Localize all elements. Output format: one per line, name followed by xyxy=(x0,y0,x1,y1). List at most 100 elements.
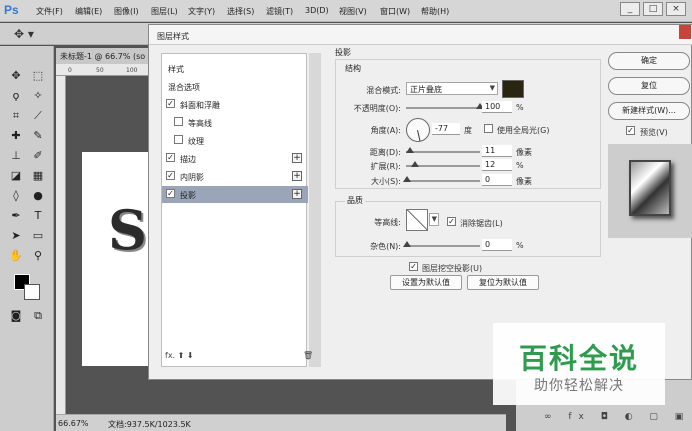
menu-image[interactable]: 图像(I) xyxy=(114,6,139,17)
opacity-label: 不透明度(O): xyxy=(353,104,401,113)
style-checkbox[interactable]: ✓ xyxy=(166,189,175,198)
contour-picker[interactable] xyxy=(406,209,428,231)
anti-alias-checkbox[interactable]: ✓ xyxy=(447,217,456,226)
menu-window[interactable]: 窗口(W) xyxy=(380,6,410,17)
marquee-tool-icon[interactable]: ⬚ xyxy=(30,68,46,84)
menu-help[interactable]: 帮助(H) xyxy=(421,6,449,17)
fx-icon[interactable]: fx. ⬆ ⬇ xyxy=(165,351,194,360)
style-checkbox[interactable] xyxy=(174,117,183,126)
zoom-tool-icon[interactable]: ⚲ xyxy=(30,248,46,264)
style-checkbox[interactable]: ✓ xyxy=(166,99,175,108)
history-brush-icon[interactable]: ✐ xyxy=(30,148,46,164)
pen-tool-icon[interactable]: ✒ xyxy=(8,208,24,224)
close-window-button[interactable]: × xyxy=(666,2,686,16)
style-list-item[interactable]: 等高线 xyxy=(162,114,308,131)
trash-icon[interactable]: 🗑 xyxy=(303,351,313,360)
dodge-tool-icon[interactable]: ● xyxy=(30,188,46,204)
chevron-down-icon: ▼ xyxy=(431,215,437,223)
angle-field[interactable]: -77 xyxy=(432,123,460,135)
reset-default-button[interactable]: 复位为默认值 xyxy=(467,275,539,290)
style-list-item[interactable]: ✓ 内阴影 + xyxy=(162,168,308,185)
style-list-item[interactable]: ✓ 斜面和浮雕 xyxy=(162,96,308,113)
blend-mode-select[interactable]: 正片叠底 ▼ xyxy=(406,82,498,95)
layers-footer-icons[interactable]: ∞ fx ◘ ◐ ▢ ▣ ⊞ xyxy=(544,412,692,422)
move-tool-icon[interactable]: ✥ xyxy=(8,68,24,84)
reset-button[interactable]: 复位 xyxy=(608,77,690,95)
eraser-tool-icon[interactable]: ◪ xyxy=(8,168,24,184)
ok-button[interactable]: 确定 xyxy=(608,52,690,70)
menu-3d[interactable]: 3D(D) xyxy=(305,6,329,15)
screen-mode-icon[interactable]: ⧉ xyxy=(30,308,46,324)
minimize-button[interactable]: _ xyxy=(620,2,640,16)
menu-layer[interactable]: 图层(L) xyxy=(151,6,178,17)
type-tool-icon[interactable]: T xyxy=(30,208,46,224)
spread-slider-thumb[interactable] xyxy=(411,161,419,167)
new-style-button[interactable]: 新建样式(W)... xyxy=(608,102,690,120)
noise-slider[interactable] xyxy=(403,241,480,247)
blur-tool-icon[interactable]: ◊ xyxy=(8,188,24,204)
move-tool-icon[interactable]: ✥ ▾ xyxy=(14,27,34,41)
noise-field[interactable]: 0 xyxy=(482,239,512,251)
horizontal-ruler: 0 50 100 xyxy=(56,64,148,76)
spread-field[interactable]: 12 xyxy=(482,159,512,171)
add-effect-icon[interactable]: + xyxy=(292,189,302,199)
gradient-tool-icon[interactable]: ▦ xyxy=(30,168,46,184)
style-checkbox[interactable]: ✓ xyxy=(166,153,175,162)
brush-tool-icon[interactable]: ✎ xyxy=(30,128,46,144)
menu-type[interactable]: 文字(Y) xyxy=(188,6,215,17)
magic-wand-icon[interactable]: ✧ xyxy=(30,88,46,104)
style-checkbox[interactable]: ✓ xyxy=(166,171,175,180)
document-tab[interactable]: 未标题-1 @ 66.7% (so xyxy=(56,48,148,64)
quick-mask-icon[interactable]: ◙ xyxy=(8,308,24,324)
size-field[interactable]: 0 xyxy=(482,174,512,186)
spread-slider[interactable] xyxy=(406,161,480,167)
stamp-tool-icon[interactable]: ⊥ xyxy=(8,148,24,164)
style-list-item[interactable]: ✓ 描边 + xyxy=(162,150,308,167)
size-slider-thumb[interactable] xyxy=(403,176,411,182)
more-tools-icon[interactable] xyxy=(8,258,24,274)
style-list-item[interactable]: 纹理 xyxy=(162,132,308,149)
preview-checkbox[interactable]: ✓ xyxy=(626,126,635,135)
path-select-icon[interactable]: ➤ xyxy=(8,228,24,244)
lasso-tool-icon[interactable]: ϙ xyxy=(8,88,24,104)
style-checkbox[interactable] xyxy=(174,135,183,144)
noise-slider-thumb[interactable] xyxy=(403,241,411,247)
add-effect-icon[interactable]: + xyxy=(292,153,302,163)
menu-file[interactable]: 文件(F) xyxy=(36,6,63,17)
ruler-mark: 100 xyxy=(126,67,138,74)
knockout-checkbox[interactable]: ✓ xyxy=(409,262,418,271)
style-list-label: 等高线 xyxy=(188,119,212,128)
shape-tool-icon[interactable]: ▭ xyxy=(30,228,46,244)
distance-slider[interactable] xyxy=(406,147,480,153)
menu-filter[interactable]: 滤镜(T) xyxy=(266,6,293,17)
eyedropper-tool-icon[interactable]: ⟋ xyxy=(30,108,46,124)
distance-slider-thumb[interactable] xyxy=(406,147,414,153)
opacity-field[interactable]: 100 xyxy=(482,101,512,113)
style-list-item[interactable]: ✓ 投影 + xyxy=(162,186,308,203)
size-slider[interactable] xyxy=(403,176,480,182)
style-list-label: 内阴影 xyxy=(180,173,204,182)
angle-dial[interactable] xyxy=(406,118,430,142)
set-default-button[interactable]: 设置为默认值 xyxy=(390,275,462,290)
style-list-scrollbar[interactable] xyxy=(309,53,321,367)
contour-dropdown[interactable]: ▼ xyxy=(429,213,439,226)
distance-field[interactable]: 11 xyxy=(482,145,512,157)
canvas-text-layer: S xyxy=(108,198,147,262)
dialog-close-button[interactable] xyxy=(679,25,691,39)
menu-edit[interactable]: 编辑(E) xyxy=(75,6,102,17)
shadow-color-swatch[interactable] xyxy=(502,80,524,98)
style-list-item[interactable]: 样式 xyxy=(162,60,308,77)
crop-tool-icon[interactable]: ⌗ xyxy=(8,108,24,124)
zoom-level[interactable]: 66.67% xyxy=(58,419,89,428)
style-list-item[interactable]: 混合选项 xyxy=(162,78,308,95)
menu-view[interactable]: 视图(V) xyxy=(339,6,367,17)
healing-brush-icon[interactable]: ✚ xyxy=(8,128,24,144)
opacity-slider[interactable] xyxy=(406,103,484,109)
global-light-checkbox[interactable] xyxy=(484,124,493,133)
add-effect-icon[interactable]: + xyxy=(292,171,302,181)
style-preview-thumbnail xyxy=(629,160,671,216)
background-color-swatch[interactable] xyxy=(24,284,40,300)
menu-select[interactable]: 选择(S) xyxy=(227,6,254,17)
maximize-button[interactable]: □ xyxy=(643,2,663,16)
style-list-footer[interactable]: fx. ⬆ ⬇ 🗑 xyxy=(165,351,313,360)
